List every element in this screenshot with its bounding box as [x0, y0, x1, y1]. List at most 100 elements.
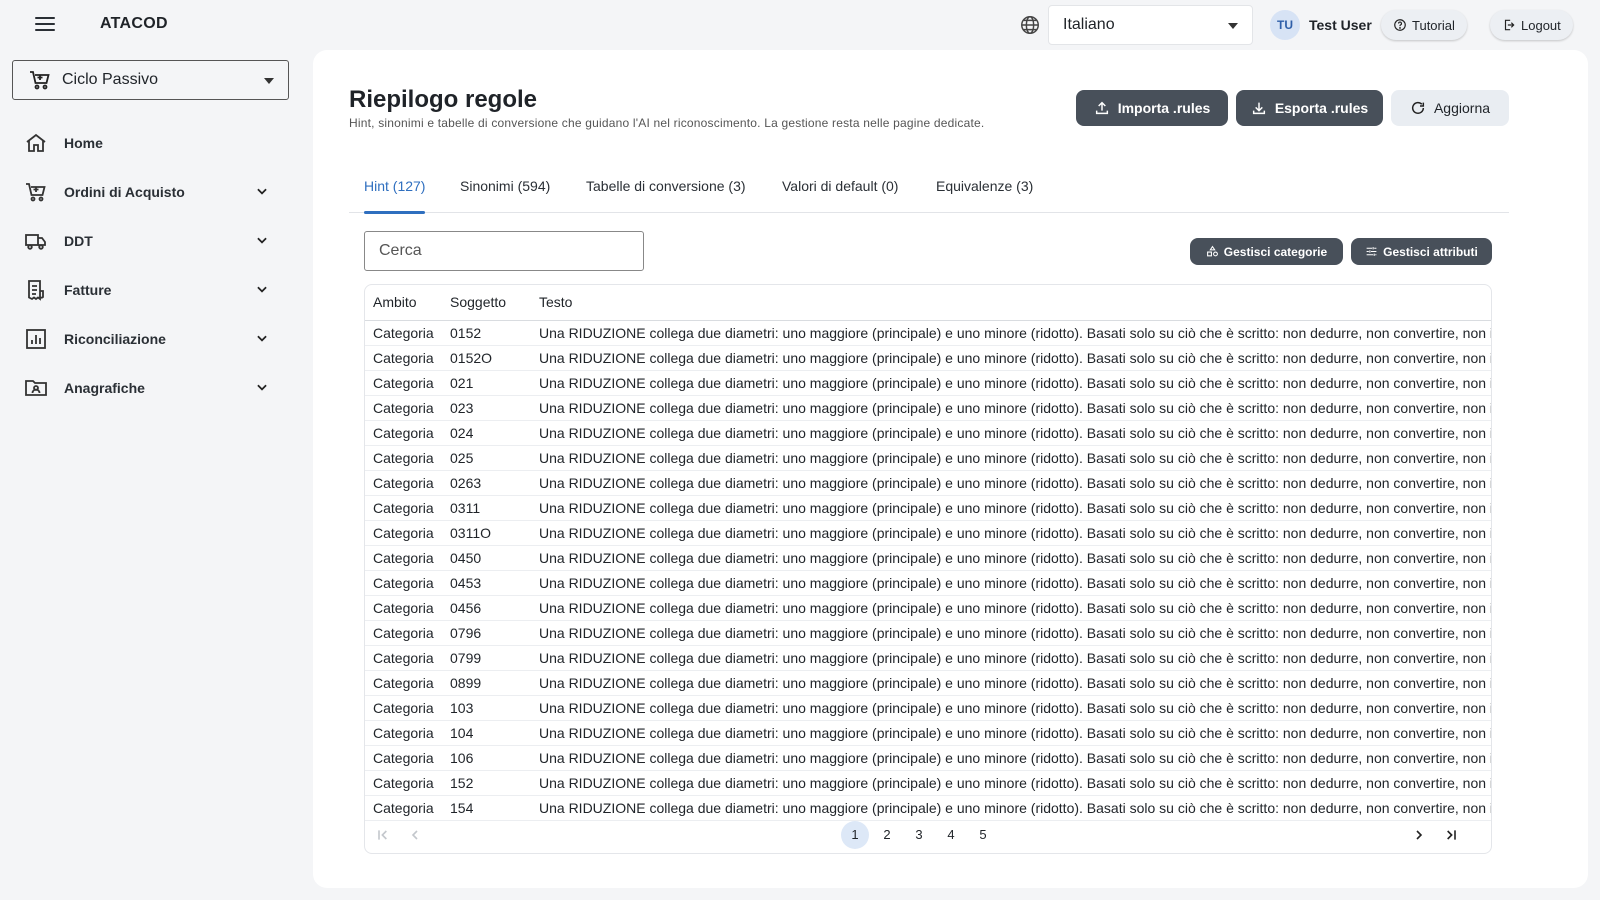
tab-tabelle-di-conversione[interactable]: Tabelle di conversione (3) [586, 162, 746, 213]
hamburger-menu-icon[interactable] [30, 13, 60, 37]
cell-ambito: Categoria [365, 670, 442, 696]
download-icon [1252, 102, 1265, 115]
tab-sinonimi[interactable]: Sinonimi (594) [460, 162, 550, 213]
chevron-down-icon [257, 335, 267, 342]
sidebar-item-riconciliazione[interactable]: Riconciliazione [0, 314, 300, 363]
cell-testo: Una RIDUZIONE collega due diametri: uno … [531, 770, 1491, 796]
table-row[interactable]: Categoria 0311 Una RIDUZIONE collega due d… [365, 495, 1491, 521]
page-button-5[interactable]: 5 [969, 821, 997, 849]
tune-icon [1366, 247, 1377, 256]
manage-categories-button[interactable]: Gestisci categorie [1190, 238, 1343, 265]
receipt-icon [28, 279, 44, 301]
tab-hint[interactable]: Hint (127) [364, 162, 426, 214]
page-button-1[interactable]: 1 [841, 821, 869, 849]
cell-soggetto: 021 [442, 370, 531, 396]
table-row[interactable]: Categoria 104 Una RIDUZIONE collega due di… [365, 720, 1491, 746]
cell-testo: Una RIDUZIONE collega due diametri: uno … [531, 595, 1491, 621]
sidebar-item-label: Fatture [64, 281, 112, 298]
tab-valori-di-default[interactable]: Valori di default (0) [782, 162, 898, 213]
last-page-icon[interactable] [1443, 827, 1459, 843]
page-title: Riepilogo regole [349, 86, 538, 113]
cell-soggetto: 104 [442, 720, 531, 746]
cell-ambito: Categoria [365, 470, 442, 496]
manage-attributes-label: Gestisci attributi [1383, 244, 1478, 259]
sidebar-item-label: Anagrafiche [64, 379, 145, 396]
table-row[interactable]: Categoria 0456 Una RIDUZIONE collega due d… [365, 595, 1491, 621]
sidebar-item-label: Ordini di Acquisto [64, 183, 185, 200]
avatar[interactable]: TU [1270, 10, 1300, 40]
chevron-down-icon [257, 286, 267, 293]
table-row[interactable]: Categoria 0263 Una RIDUZIONE collega due d… [365, 470, 1491, 496]
chevron-down-icon [257, 188, 267, 195]
tutorial-button[interactable]: Tutorial [1381, 10, 1467, 40]
cell-soggetto: 0456 [442, 595, 531, 621]
sidebar-item-home[interactable]: Home [0, 118, 300, 167]
globe-icon [1021, 16, 1039, 34]
refresh-button[interactable]: Aggiorna [1391, 90, 1509, 126]
page-button-2[interactable]: 2 [873, 821, 901, 849]
cell-ambito: Categoria [365, 495, 442, 521]
sidebar-item-anagrafiche[interactable]: Anagrafiche [0, 363, 300, 412]
table-row[interactable]: Categoria 103 Una RIDUZIONE collega due di… [365, 695, 1491, 721]
table-row[interactable]: Categoria 024 Una RIDUZIONE collega due di… [365, 420, 1491, 446]
refresh-label: Aggiorna [1433, 100, 1491, 116]
column-header-testo[interactable]: Testo [531, 285, 1491, 321]
sidebar-item-ddt[interactable]: DDT [0, 216, 300, 265]
table-row[interactable]: Categoria 025 Una RIDUZIONE collega due di… [365, 445, 1491, 471]
cell-testo: Una RIDUZIONE collega due diametri: uno … [531, 395, 1491, 421]
export-rules-label: Esporta .rules [1274, 100, 1369, 116]
cell-soggetto: 0796 [442, 620, 531, 646]
table-row[interactable]: Categoria 0899 Una RIDUZIONE collega due d… [365, 670, 1491, 696]
sidebar-item-fatture[interactable]: Fatture [0, 265, 300, 314]
import-rules-button[interactable]: Importa .rules [1076, 90, 1228, 126]
cell-soggetto: 025 [442, 445, 531, 471]
column-header-ambito[interactable]: Ambito [365, 285, 442, 321]
chart-icon [26, 328, 46, 349]
table-row[interactable]: Categoria 0453 Una RIDUZIONE collega due d… [365, 570, 1491, 596]
next-page-icon[interactable] [1411, 827, 1427, 843]
cell-soggetto: 0152 [442, 320, 531, 346]
page-button-4[interactable]: 4 [937, 821, 965, 849]
truck-icon [25, 233, 46, 250]
cell-soggetto: 0899 [442, 670, 531, 696]
cell-testo: Una RIDUZIONE collega due diametri: uno … [531, 695, 1491, 721]
table-row[interactable]: Categoria 0450 Una RIDUZIONE collega due d… [365, 545, 1491, 571]
table-row[interactable]: Categoria 0796 Una RIDUZIONE collega due d… [365, 620, 1491, 646]
user-name: Test User [1309, 17, 1372, 33]
table-row[interactable]: Categoria 0799 Una RIDUZIONE collega due d… [365, 645, 1491, 671]
table-row[interactable]: Categoria 106 Una RIDUZIONE collega due di… [365, 745, 1491, 771]
cell-ambito: Categoria [365, 420, 442, 446]
export-rules-button[interactable]: Esporta .rules [1236, 90, 1383, 126]
table-row[interactable]: Categoria 0311O Una RIDUZIONE collega due … [365, 520, 1491, 546]
cell-soggetto: 023 [442, 395, 531, 421]
cell-soggetto: 106 [442, 745, 531, 771]
cell-soggetto: 103 [442, 695, 531, 721]
first-page-icon[interactable] [375, 827, 391, 843]
module-select[interactable]: Ciclo Passivo [12, 60, 289, 100]
cart-icon [26, 182, 46, 201]
upload-icon [1095, 101, 1108, 115]
sidebar-item-ordini-di-acquisto[interactable]: Ordini di Acquisto [0, 167, 300, 216]
language-value: Italiano [1063, 16, 1115, 33]
manage-attributes-button[interactable]: Gestisci attributi [1351, 238, 1492, 265]
table-row[interactable]: Categoria 0152O Una RIDUZIONE collega due … [365, 345, 1491, 371]
language-select[interactable]: Italiano [1048, 5, 1253, 45]
tabs: Hint (127) Sinonimi (594) Tabelle di con… [349, 162, 1509, 214]
table-row[interactable]: Categoria 021 Una RIDUZIONE collega due di… [365, 370, 1491, 396]
tab-equivalenze[interactable]: Equivalenze (3) [936, 162, 1033, 213]
previous-page-icon[interactable] [407, 827, 423, 843]
page-button-3[interactable]: 3 [905, 821, 933, 849]
table-header-row: Ambito Soggetto Testo [365, 285, 1491, 321]
cell-testo: Una RIDUZIONE collega due diametri: uno … [531, 670, 1491, 696]
table-row[interactable]: Categoria 152 Una RIDUZIONE collega due di… [365, 770, 1491, 796]
logout-icon [1504, 19, 1515, 31]
cell-testo: Una RIDUZIONE collega due diametri: uno … [531, 645, 1491, 671]
table-row[interactable]: Categoria 0152 Una RIDUZIONE collega due d… [365, 320, 1491, 346]
cart-icon [30, 71, 50, 90]
cell-testo: Una RIDUZIONE collega due diametri: uno … [531, 570, 1491, 596]
logout-button[interactable]: Logout [1490, 10, 1573, 40]
cell-soggetto: 0450 [442, 545, 531, 571]
table-row[interactable]: Categoria 023 Una RIDUZIONE collega due di… [365, 395, 1491, 421]
column-header-soggetto[interactable]: Soggetto [442, 285, 531, 321]
search-input[interactable] [364, 231, 644, 271]
